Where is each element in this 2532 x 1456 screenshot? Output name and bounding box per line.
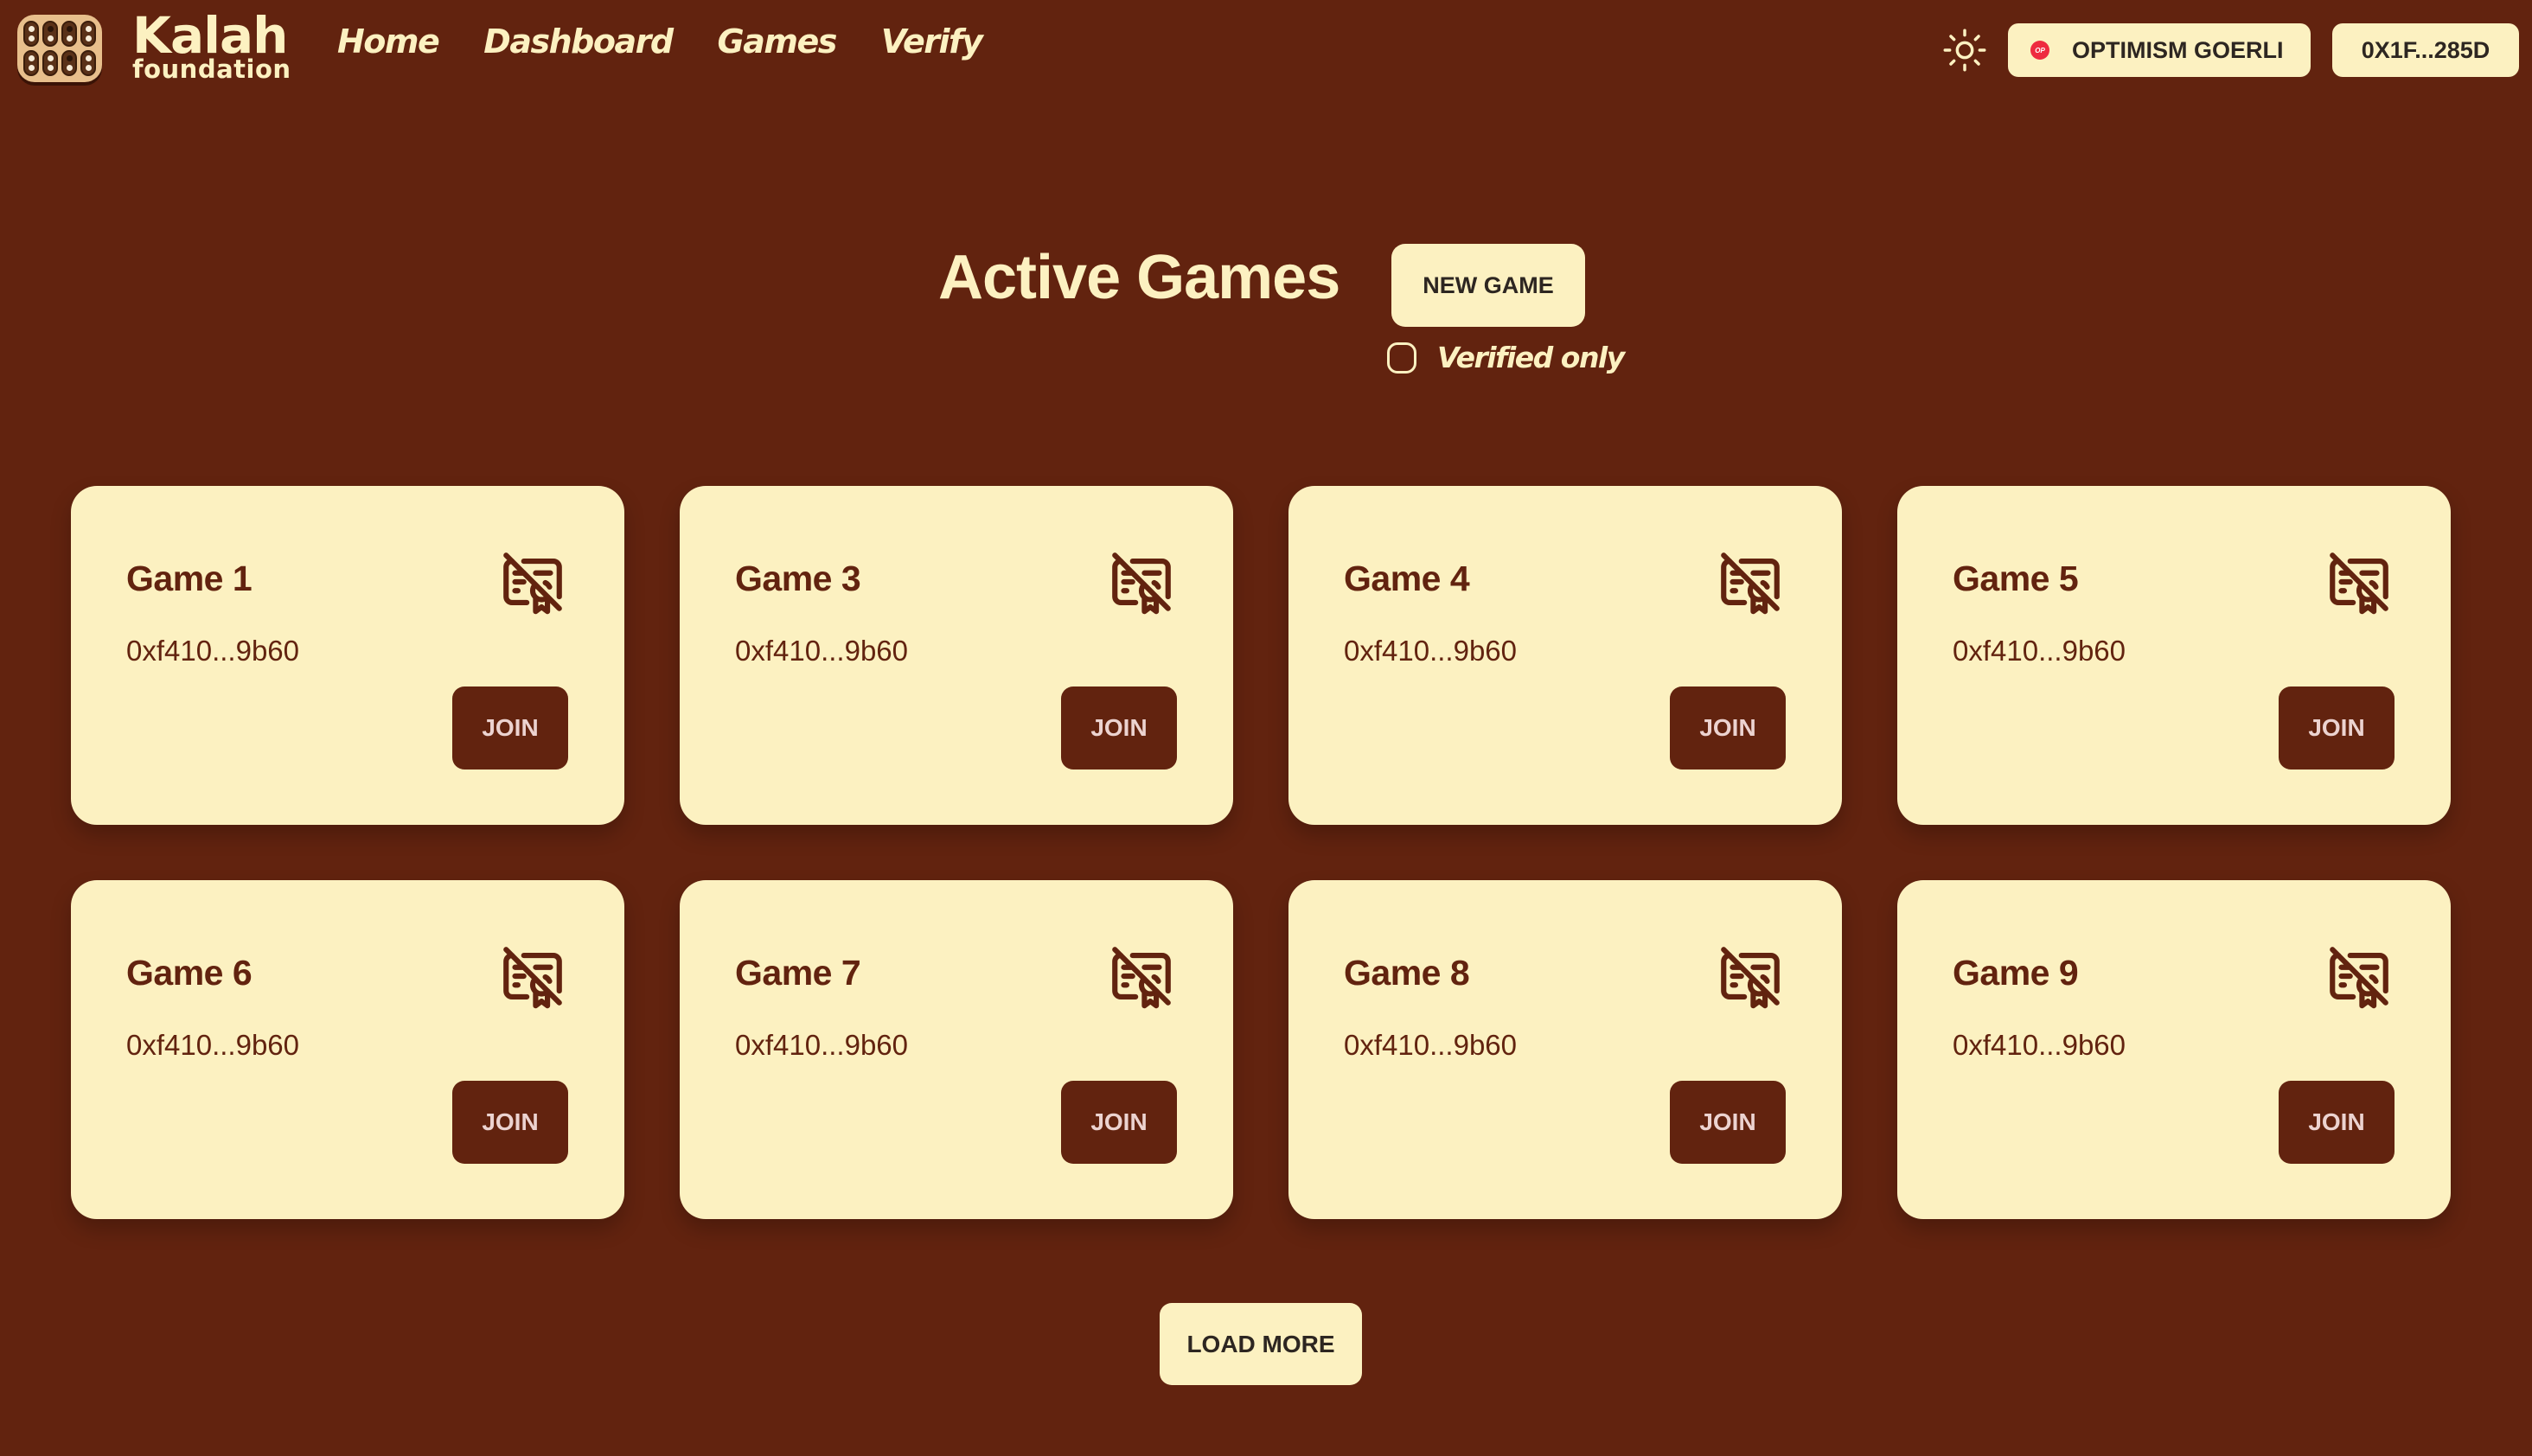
game-address: 0xf410...9b60: [1953, 1029, 2126, 1061]
kalah-board-logo-icon[interactable]: [17, 15, 102, 82]
certificate-off-icon: [2330, 552, 2388, 615]
join-button[interactable]: JOIN: [2279, 1081, 2395, 1164]
join-button[interactable]: JOIN: [1061, 1081, 1177, 1164]
game-card: Game 4 0xf410...9b60 JOIN: [1288, 486, 1842, 825]
network-selector-button[interactable]: OP OPTIMISM GOERLI: [2008, 23, 2311, 77]
game-card: Game 1 0xf410...9b60 JOIN: [71, 486, 624, 825]
optimism-logo-icon: OP: [2030, 41, 2049, 60]
pit: [23, 50, 39, 76]
certificate-off-icon: [1112, 552, 1171, 615]
pit: [61, 50, 77, 76]
pit: [61, 21, 77, 47]
nav-link-verify[interactable]: Verify: [881, 22, 983, 61]
nav-link-games[interactable]: Games: [718, 22, 838, 61]
pit: [23, 21, 39, 47]
verified-only-label: Verified only: [1437, 341, 1625, 374]
game-address: 0xf410...9b60: [1344, 1029, 1517, 1061]
pit: [42, 21, 58, 47]
new-game-button[interactable]: NEW GAME: [1391, 244, 1585, 327]
pit: [42, 50, 58, 76]
game-title: Game 9: [1953, 953, 2079, 993]
join-button[interactable]: JOIN: [1061, 686, 1177, 770]
network-label: OPTIMISM GOERLI: [2072, 36, 2284, 63]
game-title: Game 5: [1953, 559, 2079, 598]
account-button[interactable]: 0X1F...285D: [2332, 23, 2519, 77]
game-title: Game 1: [126, 559, 253, 598]
join-button[interactable]: JOIN: [452, 1081, 568, 1164]
game-address: 0xf410...9b60: [735, 1029, 908, 1061]
games-grid: Game 1 0xf410...9b60 JOIN Game 3 0xf410.…: [71, 486, 2451, 1219]
nav-link-dashboard[interactable]: Dashboard: [483, 22, 674, 61]
certificate-off-icon: [503, 947, 562, 1009]
page-title: Active Games: [938, 243, 1340, 312]
certificate-off-icon: [2330, 947, 2388, 1009]
game-card: Game 5 0xf410...9b60 JOIN: [1897, 486, 2451, 825]
game-title: Game 6: [126, 953, 253, 993]
game-title: Game 4: [1344, 559, 1470, 598]
game-title: Game 7: [735, 953, 861, 993]
load-more-button[interactable]: LOAD MORE: [1160, 1303, 1362, 1385]
nav-links: Home Dashboard Games Verify: [337, 22, 983, 61]
join-button[interactable]: JOIN: [1670, 1081, 1786, 1164]
game-title: Game 8: [1344, 953, 1470, 993]
certificate-off-icon: [1721, 947, 1780, 1009]
game-address: 0xf410...9b60: [1344, 635, 1517, 667]
pit: [80, 21, 96, 47]
certificate-off-icon: [503, 552, 562, 615]
certificate-off-icon: [1721, 552, 1780, 615]
sun-icon: [1943, 29, 1986, 72]
game-address: 0xf410...9b60: [1953, 635, 2126, 667]
game-card: Game 3 0xf410...9b60 JOIN: [680, 486, 1233, 825]
verified-only-checkbox[interactable]: [1387, 342, 1416, 374]
brand-subtitle: foundation: [132, 54, 291, 84]
game-address: 0xf410...9b60: [735, 635, 908, 667]
brand-title: Kalah: [132, 6, 288, 65]
join-button[interactable]: JOIN: [1670, 686, 1786, 770]
verified-only-filter[interactable]: Verified only: [1387, 341, 1625, 374]
navbar: Kalah foundation Home Dashboard Games Ve…: [0, 0, 2532, 97]
pit: [80, 50, 96, 76]
brand-wordmark[interactable]: Kalah foundation: [132, 10, 291, 82]
game-card: Game 7 0xf410...9b60 JOIN: [680, 880, 1233, 1219]
certificate-off-icon: [1112, 947, 1171, 1009]
game-card: Game 8 0xf410...9b60 JOIN: [1288, 880, 1842, 1219]
theme-toggle-button[interactable]: [1942, 28, 1987, 73]
nav-link-home[interactable]: Home: [337, 22, 440, 61]
join-button[interactable]: JOIN: [2279, 686, 2395, 770]
game-card: Game 9 0xf410...9b60 JOIN: [1897, 880, 2451, 1219]
game-title: Game 3: [735, 559, 861, 598]
game-card: Game 6 0xf410...9b60 JOIN: [71, 880, 624, 1219]
game-address: 0xf410...9b60: [126, 635, 299, 667]
join-button[interactable]: JOIN: [452, 686, 568, 770]
account-address: 0X1F...285D: [2361, 36, 2490, 63]
game-address: 0xf410...9b60: [126, 1029, 299, 1061]
